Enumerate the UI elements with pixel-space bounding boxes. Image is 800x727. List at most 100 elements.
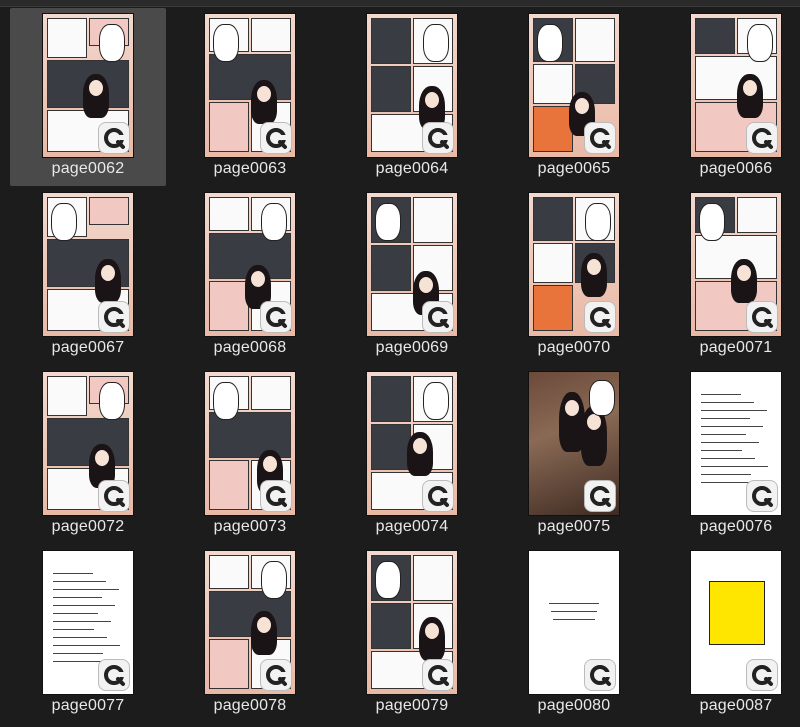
page-thumbnail-image[interactable] [691,14,781,157]
text-line [701,442,759,443]
clip-studio-icon [747,302,777,332]
speech-bubble [213,24,239,62]
title-line [549,603,599,604]
page-thumbnail-image[interactable] [367,193,457,336]
page-thumbnail-tile[interactable]: page0070 [496,187,652,365]
page-label: page0063 [213,160,287,177]
text-line [701,418,750,419]
speech-bubble [747,24,773,62]
speech-bubble [423,382,449,420]
speech-bubble [261,561,287,599]
page-thumbnail-tile[interactable]: page0080 [496,545,652,723]
page-label: page0071 [699,339,773,356]
page-thumbnail-image[interactable] [691,372,781,515]
page-thumbnail-tile[interactable]: page0077 [10,545,166,723]
clip-studio-icon [585,481,615,511]
character-face [737,265,751,281]
page-thumbnail-tile[interactable]: page0063 [172,8,328,186]
speech-bubble [213,382,239,420]
page-thumbnail-image[interactable] [367,551,457,694]
clip-studio-icon [747,660,777,690]
manga-panel [251,376,291,410]
manga-panel [533,243,573,283]
speech-bubble [589,380,615,416]
page-thumbnail-tile[interactable]: page0062 [10,8,166,186]
manga-panel [413,555,453,601]
page-thumbnail-tile[interactable]: page0065 [496,8,652,186]
page-thumbnail-image[interactable] [43,372,133,515]
yellow-title-card [709,581,765,645]
page-thumbnail-tile[interactable]: page0076 [658,366,800,544]
text-line [701,394,741,395]
manga-panel [371,376,411,422]
character-face [257,86,271,102]
clip-studio-icon [261,660,291,690]
speech-bubble [375,203,401,241]
manga-panel [251,18,291,52]
speech-bubble [585,203,611,241]
page-thumbnail-image[interactable] [205,14,295,157]
character-face [587,414,601,430]
page-label: page0073 [213,518,287,535]
page-label: page0062 [51,160,125,177]
text-line [53,581,106,582]
page-thumbnail-tile[interactable]: page0087 [658,545,800,723]
page-thumbnail-tile[interactable]: page0078 [172,545,328,723]
manga-panel [533,64,573,104]
page-thumbnail-image[interactable] [43,14,133,157]
page-thumbnail-tile[interactable]: page0071 [658,187,800,365]
page-thumbnail-image[interactable] [43,551,133,694]
page-thumbnail-tile[interactable]: page0067 [10,187,166,365]
page-thumbnail-image[interactable] [529,193,619,336]
clip-studio-icon [585,302,615,332]
page-thumbnail-tile[interactable]: page0079 [334,545,490,723]
page-thumbnail-tile[interactable]: page0075 [496,366,652,544]
text-line [53,653,103,654]
page-label: page0079 [375,697,449,714]
page-thumbnail-tile[interactable]: page0069 [334,187,490,365]
manga-panel [209,102,249,152]
page-thumbnail-image[interactable] [529,14,619,157]
clip-studio-icon [99,660,129,690]
page-thumbnail-image[interactable] [529,372,619,515]
page-thumbnail-tile[interactable]: page0074 [334,366,490,544]
speech-bubble [537,24,563,62]
page-thumbnail-image[interactable] [205,551,295,694]
page-thumbnail-tile[interactable]: page0068 [172,187,328,365]
page-label: page0072 [51,518,125,535]
page-thumbnail-image[interactable] [691,193,781,336]
title-line [553,619,595,620]
page-thumbnail-image[interactable] [691,551,781,694]
character-face [257,617,271,633]
page-label: page0064 [375,160,449,177]
speech-bubble [375,561,401,599]
page-thumbnail-image[interactable] [529,551,619,694]
text-line [701,458,755,459]
page-thumbnail-image[interactable] [205,193,295,336]
character-face [425,92,439,108]
page-thumbnail-image[interactable] [367,372,457,515]
manga-panel [533,285,573,331]
page-label: page0069 [375,339,449,356]
top-toolbar-edge [0,0,800,7]
page-thumbnail-image[interactable] [43,193,133,336]
page-thumbnail-tile[interactable]: page0066 [658,8,800,186]
speech-bubble [261,203,287,241]
clip-studio-icon [423,660,453,690]
manga-panel [575,18,615,62]
page-thumbnail-tile[interactable]: page0072 [10,366,166,544]
page-thumbnail-tile[interactable]: page0073 [172,366,328,544]
page-label: page0070 [537,339,611,356]
clip-studio-icon [423,481,453,511]
speech-bubble [99,382,125,420]
text-line [53,621,111,622]
page-thumbnail-image[interactable] [205,372,295,515]
character-face [101,265,115,281]
page-thumbnail-tile[interactable]: page0064 [334,8,490,186]
manga-panel [47,418,129,466]
clip-studio-icon [423,302,453,332]
page-label: page0074 [375,518,449,535]
page-label: page0068 [213,339,287,356]
page-thumbnail-image[interactable] [367,14,457,157]
page-label: page0087 [699,697,773,714]
